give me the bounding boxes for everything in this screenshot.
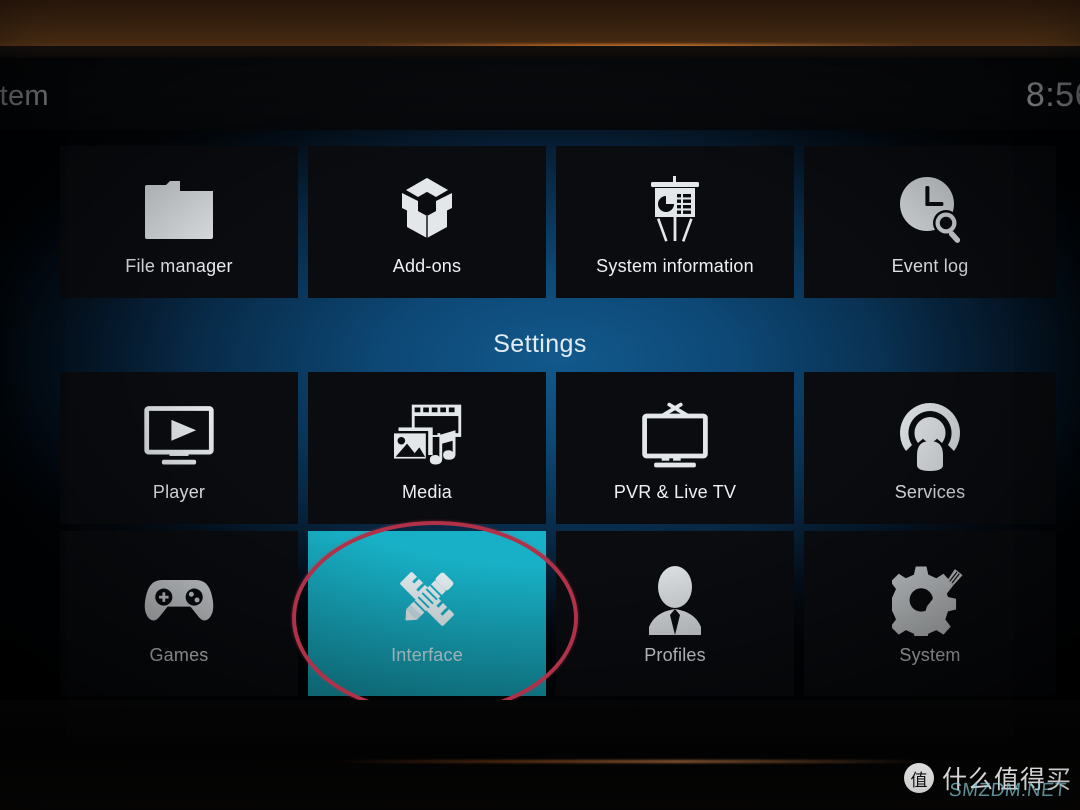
film-photo-music-icon bbox=[389, 398, 465, 474]
tile-label: Profiles bbox=[644, 645, 706, 665]
tile-file-manager[interactable]: File manager bbox=[60, 146, 298, 298]
pencil-ruler-icon bbox=[389, 561, 465, 637]
page-title: ystem bbox=[0, 80, 49, 112]
monitor-play-icon bbox=[141, 398, 217, 474]
tile-label: Interface bbox=[391, 645, 463, 665]
tile-label: File manager bbox=[125, 256, 233, 276]
settings-row-1: Player Media PVR & Live TV Services bbox=[0, 372, 1080, 524]
open-box-icon bbox=[389, 172, 465, 248]
tv-photo: ystem 8:56 File manager bbox=[0, 0, 1080, 810]
tile-label: Event log bbox=[891, 256, 969, 276]
tv-antenna-icon bbox=[637, 398, 713, 474]
tile-add-ons[interactable]: Add-ons bbox=[308, 146, 546, 298]
tile-label: System information bbox=[596, 256, 754, 276]
apps-row: File manager Add-ons System information … bbox=[0, 146, 1080, 298]
tile-system-information[interactable]: System information bbox=[556, 146, 794, 298]
broadcast-person-icon bbox=[892, 398, 968, 474]
clock-search-icon bbox=[892, 172, 968, 248]
person-bust-icon bbox=[637, 561, 713, 637]
tile-system[interactable]: System bbox=[804, 531, 1056, 696]
clock: 8:56 bbox=[1025, 76, 1080, 114]
tv-stand-reflection bbox=[330, 760, 930, 763]
settings-row-2: Games Interface Profiles System bbox=[0, 531, 1080, 696]
watermark-badge: 值 bbox=[903, 763, 934, 793]
tile-pvr-live-tv[interactable]: PVR & Live TV bbox=[556, 372, 794, 524]
presentation-board-icon bbox=[637, 172, 713, 248]
tile-games[interactable]: Games bbox=[60, 531, 298, 696]
tile-label: PVR & Live TV bbox=[613, 482, 737, 502]
tile-player[interactable]: Player bbox=[60, 372, 298, 524]
tv-screen: ystem 8:56 File manager bbox=[0, 58, 1080, 703]
tile-label: Services bbox=[894, 482, 966, 502]
tile-profiles[interactable]: Profiles bbox=[556, 531, 794, 696]
watermark-url: SMZDM.NET bbox=[947, 780, 1068, 801]
tile-label: Games bbox=[149, 645, 209, 665]
tile-media[interactable]: Media bbox=[308, 372, 546, 524]
tile-label: Add-ons bbox=[392, 256, 462, 276]
tile-event-log[interactable]: Event log bbox=[804, 146, 1056, 298]
tile-label: Media bbox=[401, 482, 453, 502]
tile-interface[interactable]: Interface bbox=[308, 531, 546, 696]
tile-label: System bbox=[899, 645, 961, 665]
tile-services[interactable]: Services bbox=[804, 372, 1056, 524]
gear-screwdriver-icon bbox=[892, 561, 968, 637]
gamepad-icon bbox=[141, 561, 217, 637]
kodi-header-bar: ystem 8:56 bbox=[0, 58, 1080, 130]
folder-icon bbox=[141, 172, 217, 248]
section-title: Settings bbox=[493, 330, 587, 358]
tile-label: Player bbox=[152, 482, 206, 502]
